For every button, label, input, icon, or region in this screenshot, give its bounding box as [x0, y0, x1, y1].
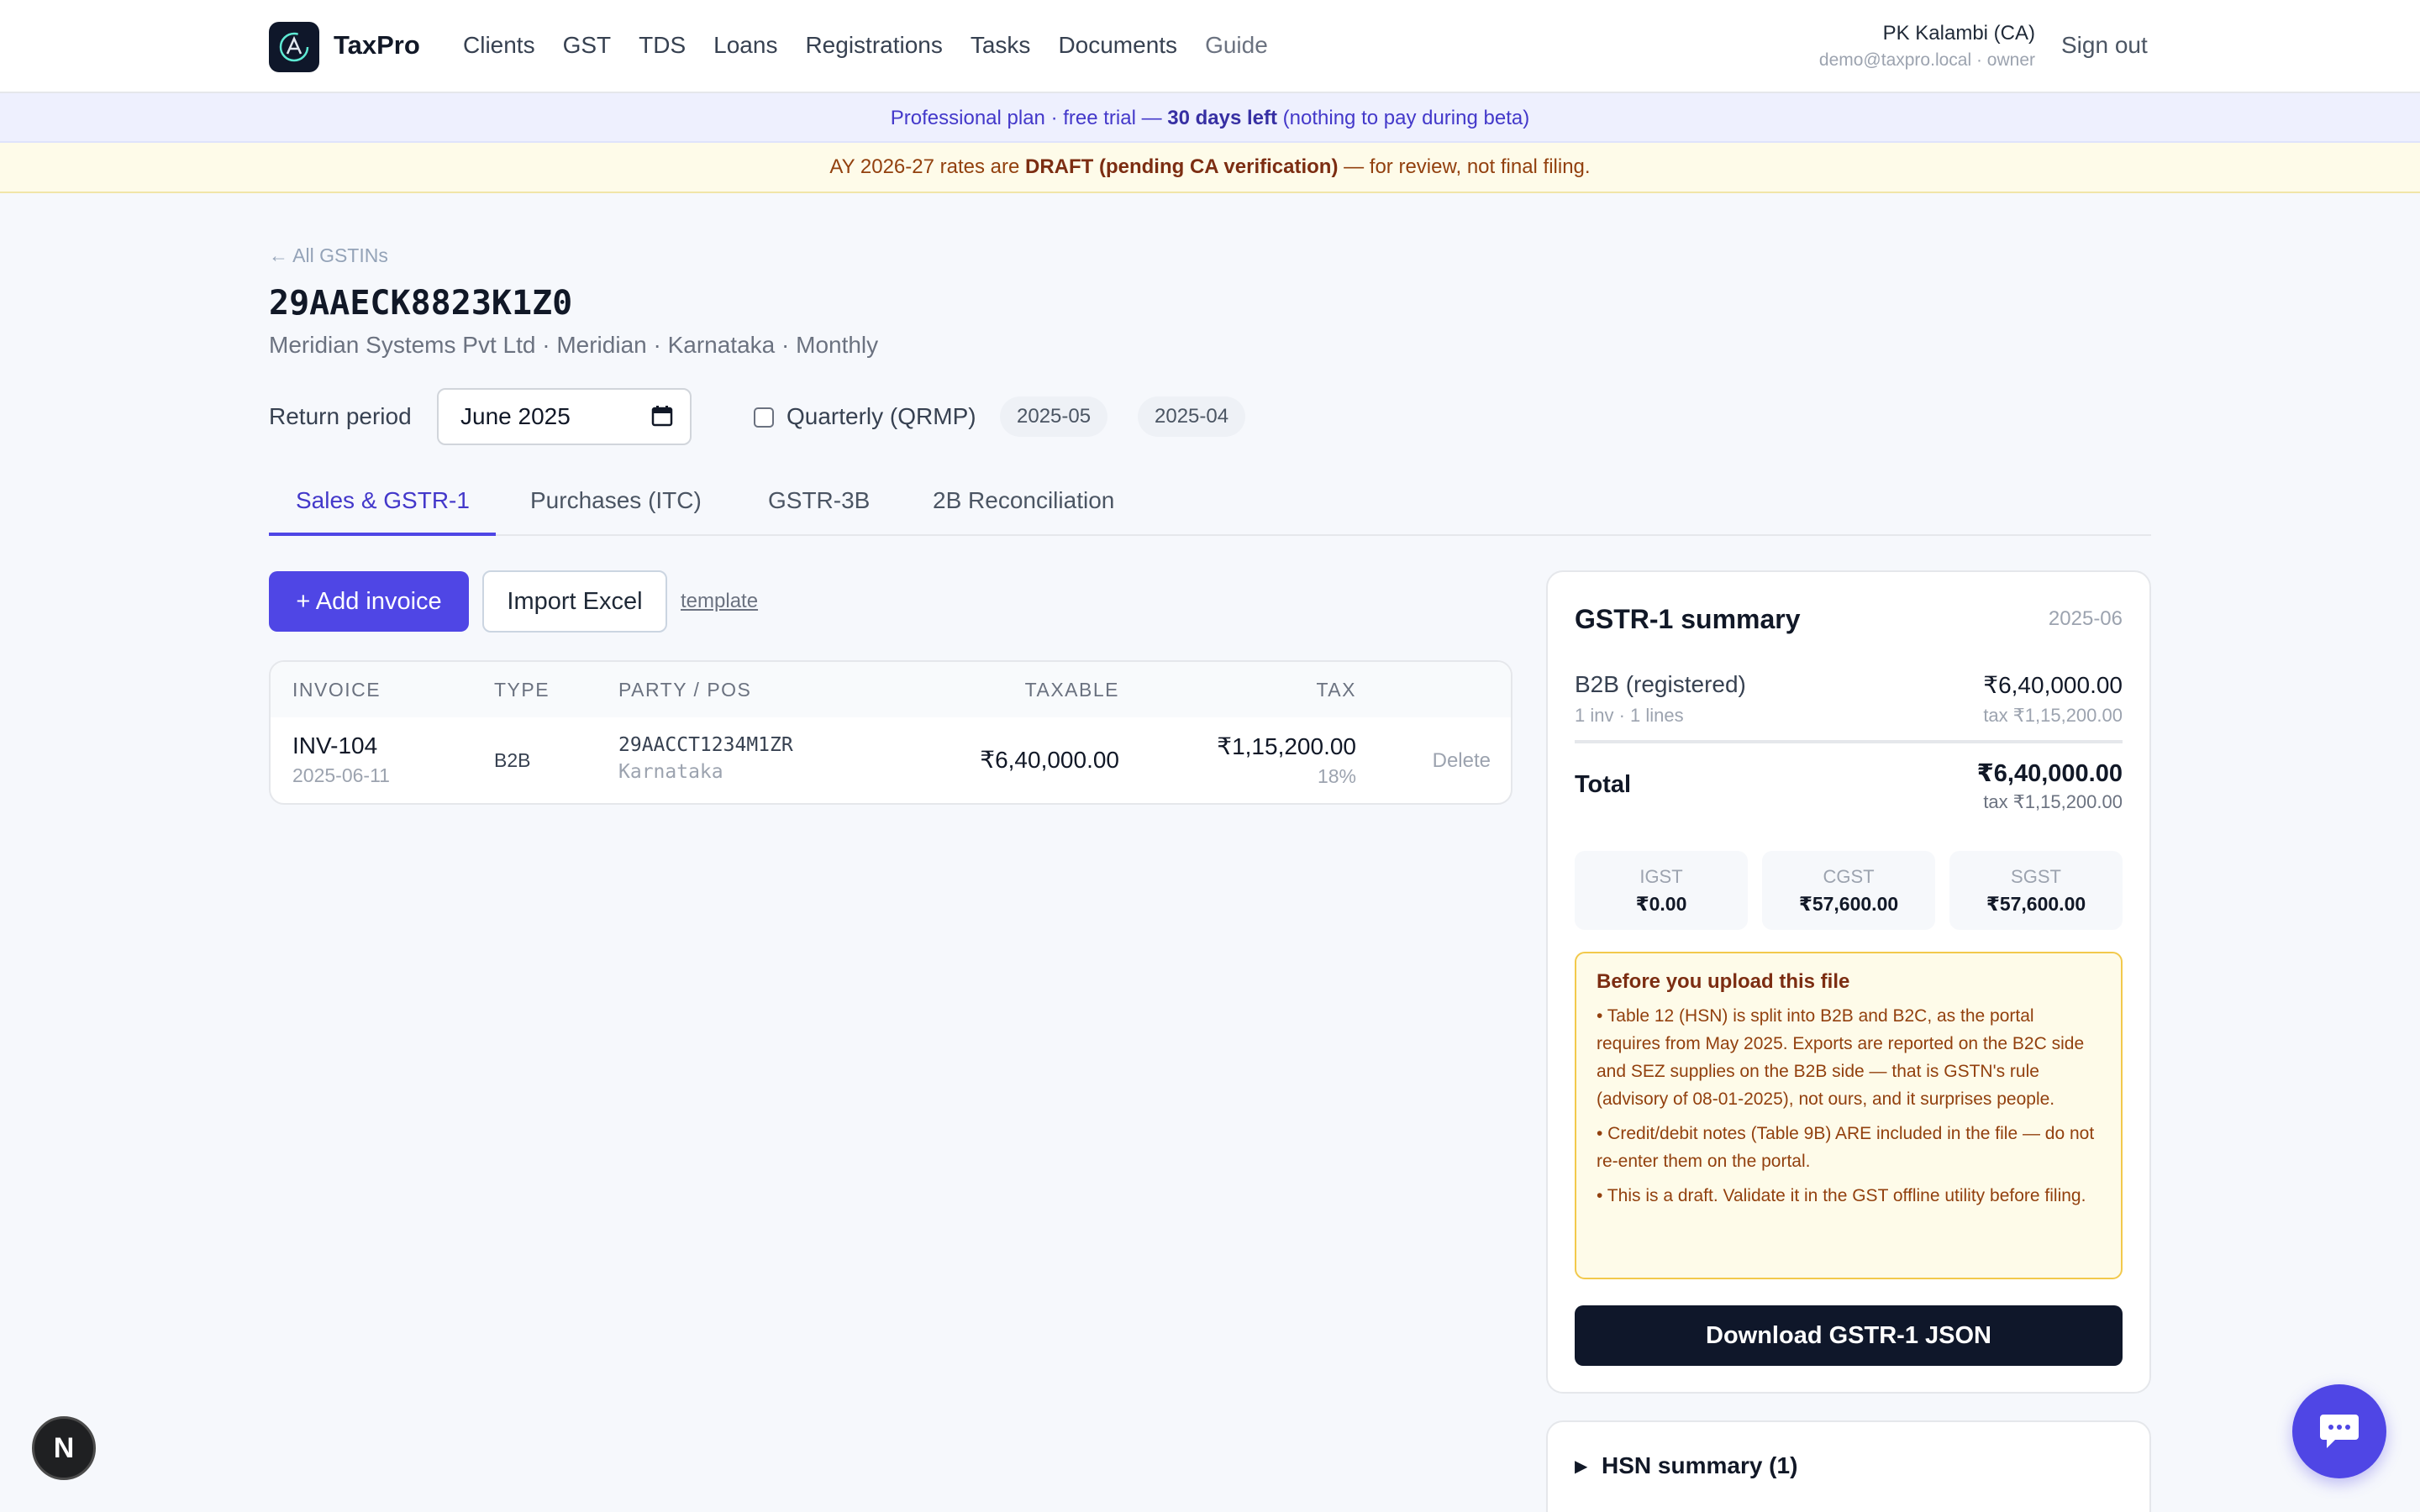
chat-bubble-icon	[2320, 1415, 2359, 1448]
sign-out-link[interactable]: Sign out	[2061, 32, 2148, 59]
col-invoice: INVOICE	[292, 679, 381, 701]
invoice-date: 2025-06-11	[292, 764, 390, 786]
upload-notice: Before you upload this file • Table 12 (…	[1575, 952, 2123, 1279]
top-navbar: TaxPro Clients GST TDS Loans Registratio…	[0, 0, 2420, 93]
tax-cell: ₹1,15,200.00 18%	[1217, 732, 1356, 788]
taxable-value: ₹6,40,000.00	[980, 747, 1119, 773]
nav-gst[interactable]: GST	[563, 32, 612, 59]
sgst-label: SGST	[2011, 866, 2061, 887]
back-to-gstins-link[interactable]: ← All GSTINs	[269, 244, 388, 267]
sgst-value: ₹57,600.00	[1986, 893, 2086, 915]
igst-tile: IGST ₹0.00	[1575, 851, 1748, 930]
cgst-tile: CGST ₹57,600.00	[1762, 851, 1935, 930]
total-value: ₹6,40,000.00	[1976, 760, 2123, 787]
calendar-icon[interactable]	[651, 405, 673, 427]
page-title: 29AAECK8823K1Z0	[269, 284, 573, 323]
invoice-table: INVOICE TYPE PARTY / POS TAXABLE TAX INV…	[269, 660, 1512, 805]
b2b-tax: tax ₹1,15,200.00	[1983, 705, 2123, 726]
col-tax: TAX	[1316, 679, 1356, 701]
nav-documents[interactable]: Documents	[1058, 32, 1177, 59]
active-tab-indicator	[269, 533, 496, 536]
summary-period: 2025-06	[2048, 607, 2123, 630]
add-invoice-button[interactable]: + Add invoice	[269, 571, 469, 632]
period-chip-2025-04[interactable]: 2025-04	[1138, 396, 1246, 437]
hsn-summary-label[interactable]: HSN summary (1)	[1602, 1452, 1797, 1479]
tax-amount: ₹1,15,200.00	[1217, 733, 1356, 759]
template-link[interactable]: template	[681, 590, 758, 613]
plan-banner: Professional plan · free trial — 30 days…	[0, 93, 2420, 143]
draft-rates-banner: AY 2026-27 rates are DRAFT (pending CA v…	[0, 143, 2420, 193]
tab-sales-gstr1[interactable]: Sales & GSTR-1	[296, 487, 470, 514]
notice-item-credit-notes: • Credit/debit notes (Table 9B) ARE incl…	[1597, 1124, 2095, 1171]
download-gstr1-json-button[interactable]: Download GSTR-1 JSON	[1575, 1305, 2123, 1366]
delete-invoice-button[interactable]: Delete	[1433, 749, 1491, 773]
cgst-label: CGST	[1823, 866, 1875, 887]
tab-2b-reconciliation[interactable]: 2B Reconciliation	[933, 487, 1114, 514]
invoice-type: B2B	[494, 749, 531, 771]
tax-rate: 18%	[1317, 765, 1356, 787]
plan-prefix: Professional plan · free trial —	[890, 107, 1168, 129]
table-header: INVOICE TYPE PARTY / POS TAXABLE TAX	[271, 662, 1511, 717]
main-nav: Clients GST TDS Loans Registrations Task…	[463, 32, 1296, 59]
qrmp-checkbox[interactable]	[754, 407, 774, 428]
total-label: Total	[1575, 771, 1632, 798]
draft-status: DRAFT (pending CA verification)	[1025, 155, 1339, 178]
nav-loans[interactable]: Loans	[713, 32, 777, 59]
return-period-label: Return period	[269, 403, 412, 429]
sgst-tile: SGST ₹57,600.00	[1949, 851, 2123, 930]
tab-bar: Sales & GSTR-1 Purchases (ITC) GSTR-3B 2…	[269, 475, 2151, 536]
col-taxable: TAXABLE	[1024, 679, 1119, 701]
user-email: demo@taxpro.local · owner	[1818, 50, 2035, 70]
gstr1-summary-card: GSTR-1 summary 2025-06 B2B (registered) …	[1546, 570, 2151, 1394]
brand-name[interactable]: TaxPro	[334, 30, 420, 60]
chat-button[interactable]	[2292, 1384, 2386, 1478]
page-subtitle: Meridian Systems Pvt Ltd · Meridian · Ka…	[269, 332, 879, 358]
col-type: TYPE	[494, 679, 550, 701]
hsn-summary-toggle[interactable]: ▶ HSN summary (1)	[1546, 1420, 2151, 1512]
return-period-input[interactable]: June 2025	[437, 388, 692, 445]
return-period-value: June 2025	[460, 403, 571, 429]
party-cell: 29AACCT1234M1ZR Karnataka	[618, 734, 793, 783]
notice-title: Before you upload this file	[1597, 970, 1850, 993]
b2b-count: 1 inv · 1 lines	[1575, 705, 1684, 726]
nav-tasks[interactable]: Tasks	[971, 32, 1031, 59]
draft-prefix: AY 2026-27 rates are	[829, 155, 1025, 178]
tab-gstr-3b[interactable]: GSTR-3B	[768, 487, 870, 514]
qrmp-label[interactable]: Quarterly (QRMP)	[786, 403, 976, 430]
invoice-number[interactable]: INV-104	[292, 732, 390, 759]
total-tax: tax ₹1,15,200.00	[1983, 791, 2123, 812]
party-gstin: 29AACCT1234M1ZR	[618, 734, 793, 756]
plan-days-left: 30 days left	[1167, 107, 1277, 129]
nav-tds[interactable]: TDS	[639, 32, 686, 59]
invoice-cell: INV-104 2025-06-11	[292, 732, 390, 787]
nav-clients[interactable]: Clients	[463, 32, 535, 59]
notice-item-hsn: • Table 12 (HSN) is split into B2B and B…	[1597, 1006, 2085, 1109]
summary-title: GSTR-1 summary	[1575, 604, 1801, 634]
summary-divider	[1575, 740, 2123, 743]
import-excel-button[interactable]: Import Excel	[482, 570, 667, 633]
nav-guide[interactable]: Guide	[1205, 32, 1268, 59]
tab-purchases-itc[interactable]: Purchases (ITC)	[530, 487, 702, 514]
user-name: PK Kalambi (CA)	[1882, 22, 2035, 45]
user-info: PK Kalambi (CA) demo@taxpro.local · owne…	[1819, 22, 2035, 71]
b2b-label: B2B (registered)	[1575, 671, 1746, 697]
disclosure-triangle-icon[interactable]: ▶	[1575, 1456, 1587, 1477]
col-party-pos: PARTY / POS	[618, 679, 752, 701]
notice-item-draft: • This is a draft. Validate it in the GS…	[1597, 1186, 2086, 1205]
nextjs-dev-badge[interactable]: N	[32, 1416, 96, 1480]
cgst-value: ₹57,600.00	[1798, 893, 1899, 915]
draft-suffix: — for review, not final filing.	[1338, 155, 1591, 178]
taxpro-logo-icon[interactable]	[269, 22, 319, 72]
nav-registrations[interactable]: Registrations	[805, 32, 942, 59]
b2b-value: ₹6,40,000.00	[1983, 672, 2123, 698]
plan-suffix: (nothing to pay during beta)	[1277, 107, 1530, 129]
igst-value: ₹0.00	[1635, 893, 1687, 915]
igst-label: IGST	[1639, 866, 1683, 887]
place-of-supply: Karnataka	[618, 761, 723, 783]
period-chip-2025-05[interactable]: 2025-05	[1000, 396, 1108, 437]
